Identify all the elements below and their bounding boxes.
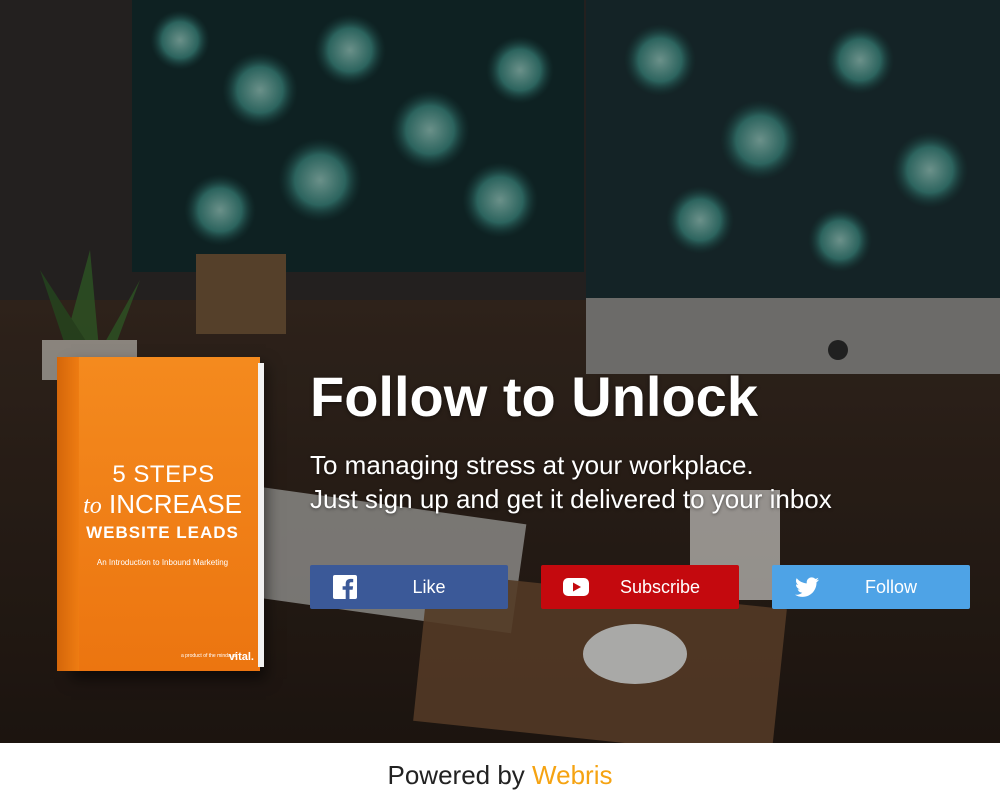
youtube-subscribe-label: Subscribe xyxy=(619,577,701,597)
ebook-title-word: INCREASE xyxy=(108,489,242,519)
youtube-subscribe-button[interactable]: Subscribe xyxy=(541,565,739,609)
ebook-publisher-logo: vital. xyxy=(228,651,254,663)
facebook-like-button[interactable]: Like xyxy=(310,565,508,609)
ebook-subtitle: An Introduction to Inbound Marketing xyxy=(96,558,229,567)
ebook-title-line2: to INCREASE xyxy=(71,489,254,521)
page-title: Follow to Unlock xyxy=(310,365,758,428)
ebook-publisher-note: a product of the minds at xyxy=(180,653,236,659)
webris-brand-link[interactable]: Webris xyxy=(532,760,612,790)
twitter-follow-label: Follow xyxy=(864,577,917,597)
ebook-title-prefix: to xyxy=(83,493,102,519)
promo-background: 5 STEPS to INCREASE WEBSITE LEADS An Int… xyxy=(0,0,1000,743)
twitter-follow-button[interactable]: Follow xyxy=(772,565,970,609)
promo-subtitle: To managing stress at your workplace. Ju… xyxy=(310,448,832,516)
powered-by-footer: Powered by Webris xyxy=(0,743,1000,790)
ebook-cover: 5 STEPS to INCREASE WEBSITE LEADS An Int… xyxy=(57,357,264,671)
powered-by-text: Powered by xyxy=(387,760,525,790)
ebook-title-line1: 5 STEPS xyxy=(112,461,215,488)
promo-subtitle-line1: To managing stress at your workplace. xyxy=(310,450,754,480)
promo-subtitle-line2: Just sign up and get it delivered to you… xyxy=(310,484,832,514)
facebook-like-label: Like xyxy=(412,577,446,597)
ebook-pages xyxy=(258,363,264,667)
ebook-title-line3: WEBSITE LEADS xyxy=(86,523,239,542)
